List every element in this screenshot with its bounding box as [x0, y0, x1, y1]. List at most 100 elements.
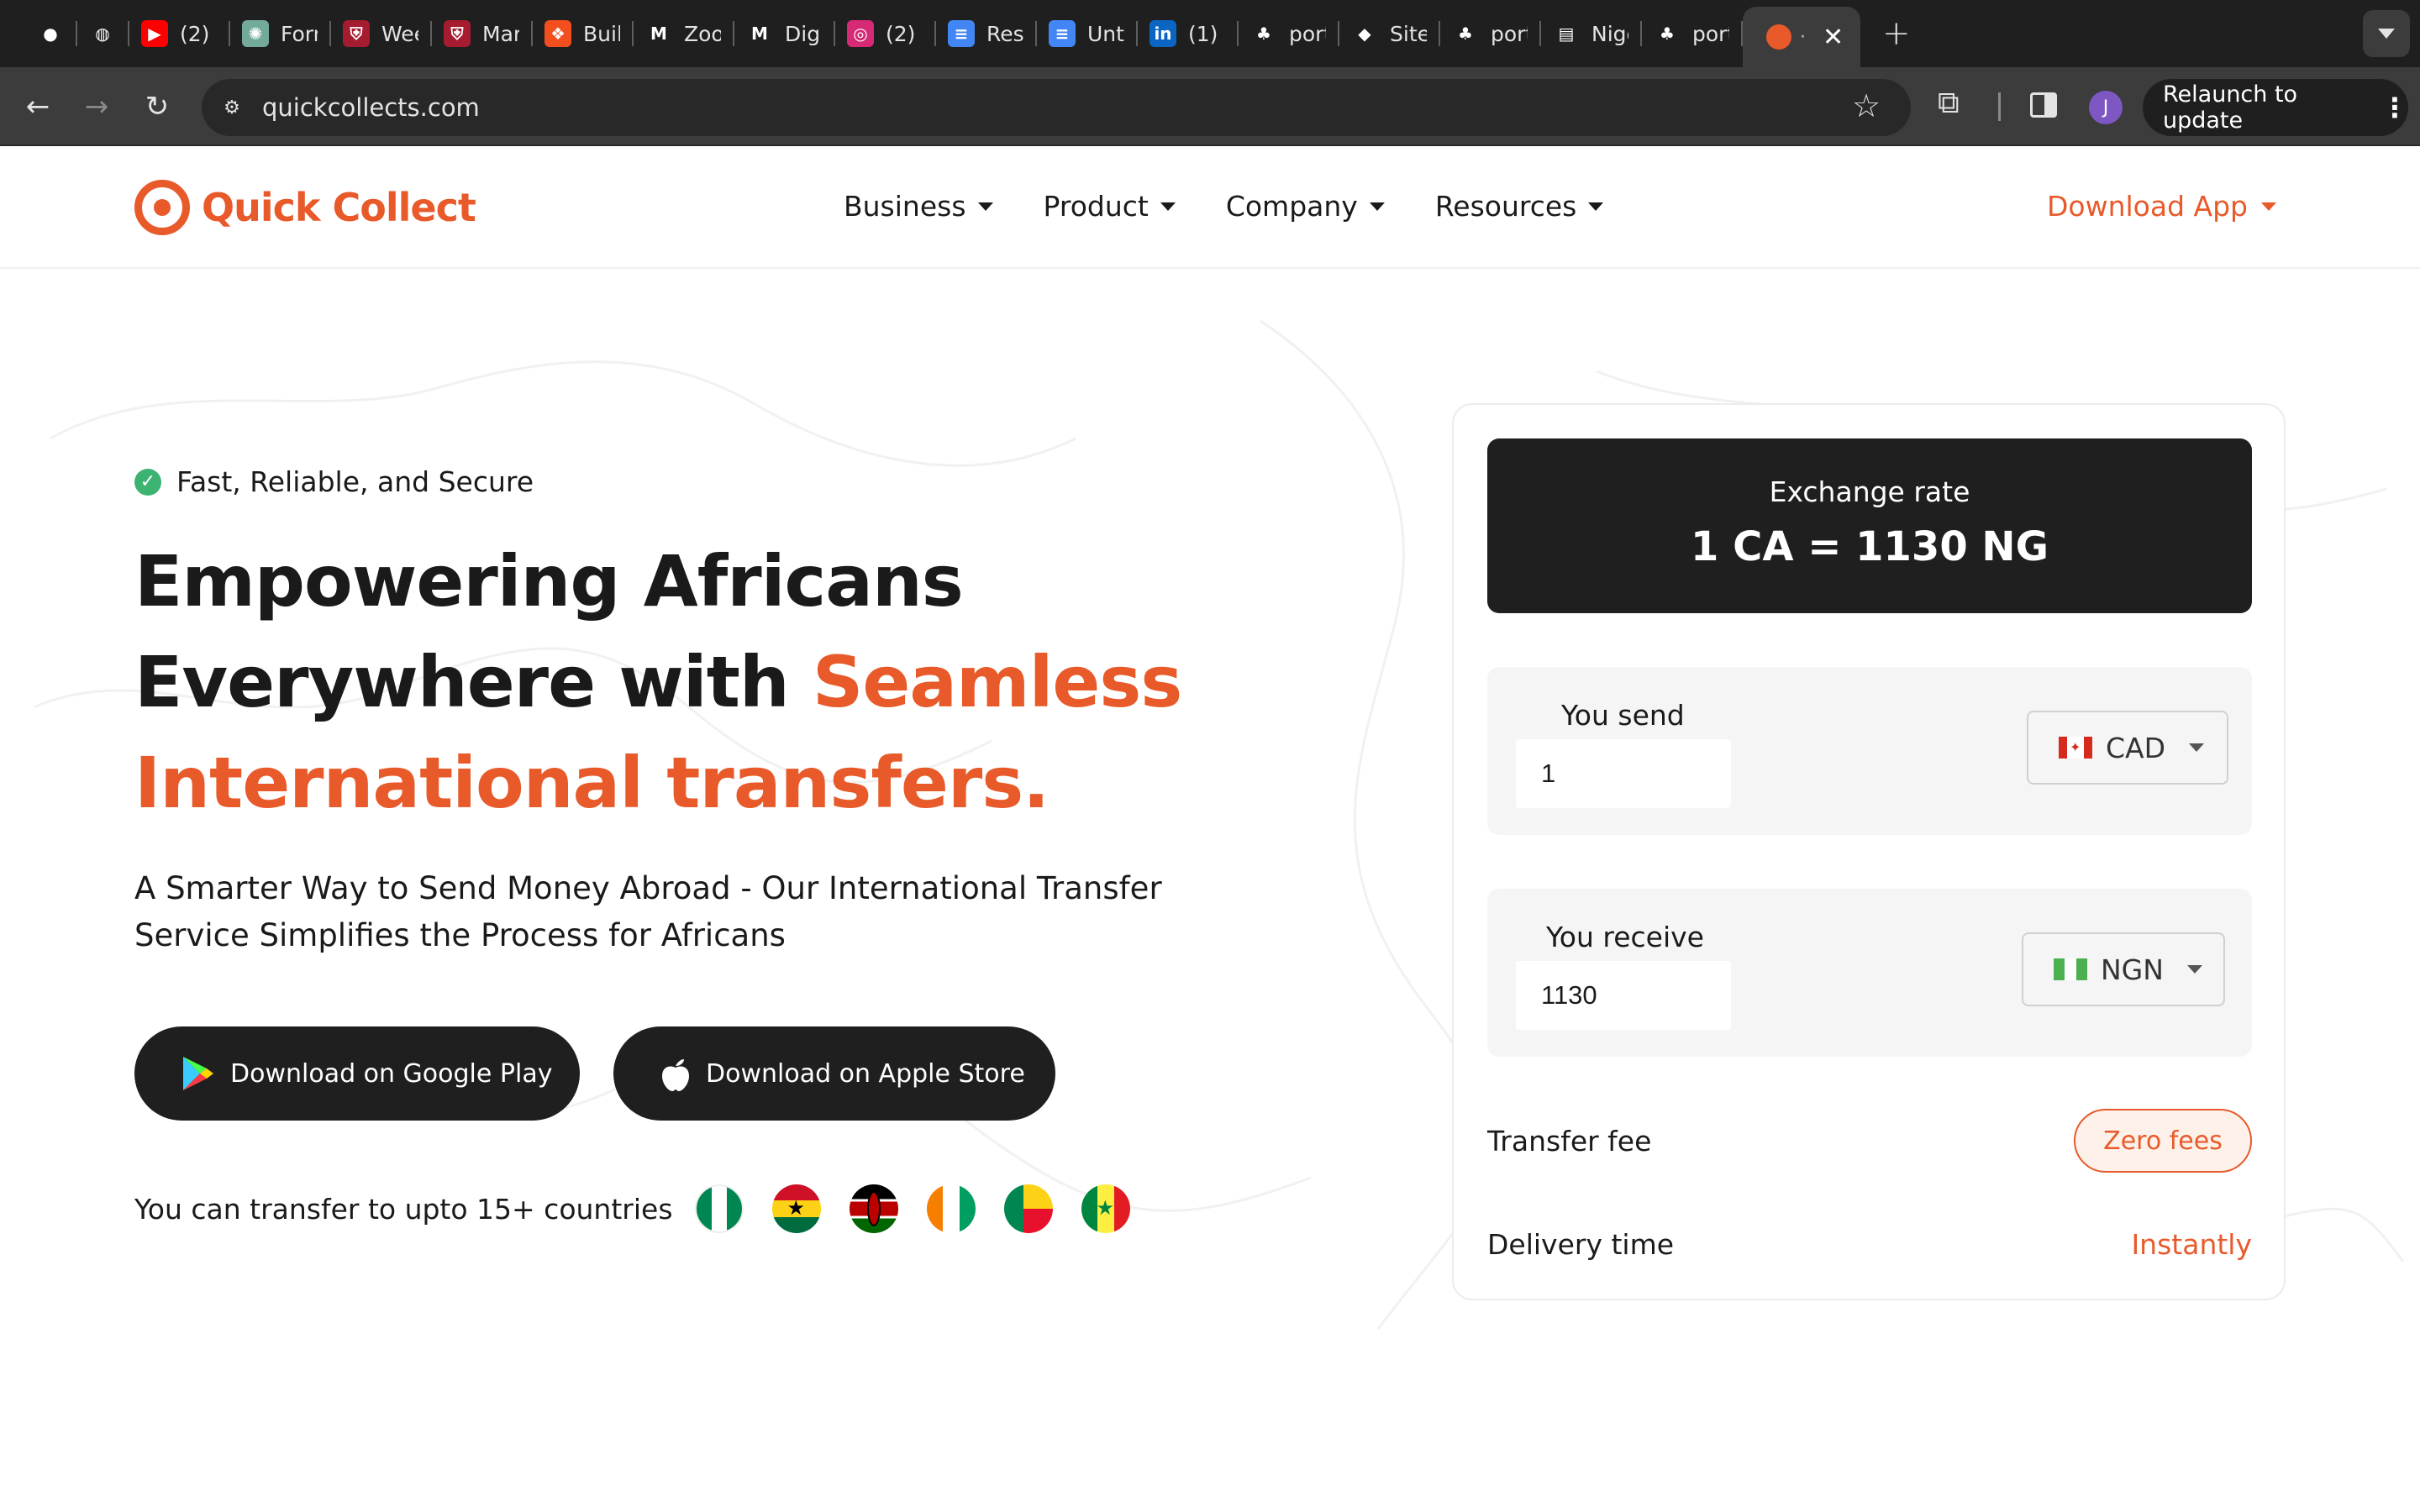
- browser-tab[interactable]: ✺ Form: [230, 7, 329, 60]
- caret-down-icon: [1369, 202, 1385, 211]
- tab-search-button[interactable]: [2363, 10, 2410, 57]
- reload-icon: ↻: [145, 90, 170, 123]
- browser-toolbar: ← → ↻ ⚙ quickcollects.com ☆ ⧉ J Relaunch…: [0, 67, 2420, 146]
- tab-active[interactable]: · ✕: [1743, 7, 1860, 67]
- arrow-left-icon: ←: [25, 90, 50, 123]
- supported-countries: You can transfer to upto 15+ countries ★…: [134, 1184, 1130, 1233]
- docs-icon: ≡: [948, 20, 975, 47]
- profile-avatar[interactable]: J: [2089, 91, 2123, 124]
- github-icon: ●: [37, 20, 64, 47]
- brand-name: Quick Collect: [202, 185, 476, 230]
- browser-tab[interactable]: ▶ (2) I: [129, 7, 229, 60]
- caret-down-icon: [2186, 965, 2202, 974]
- caret-down-icon: [977, 202, 993, 211]
- docs-icon: ≡: [1049, 20, 1076, 47]
- hero-subtext: A Smarter Way to Send Money Abroad - Our…: [134, 870, 1162, 953]
- browser-tab-label: Resu: [986, 21, 1023, 46]
- browser-tab-label: Zoot: [684, 21, 721, 46]
- send-currency-select[interactable]: ✦ CAD: [2027, 711, 2228, 785]
- receive-amount-input[interactable]: [1516, 961, 1731, 1030]
- exchange-rate-panel: Exchange rate 1 CA = 1130 NG: [1487, 438, 2252, 613]
- tab-active-label: ·: [1800, 26, 1806, 48]
- globe-icon: ◍: [89, 20, 116, 47]
- apple-store-button[interactable]: Download on Apple Store: [613, 1026, 1055, 1121]
- address-bar[interactable]: ⚙ quickcollects.com ☆: [202, 79, 1911, 136]
- receive-currency-select[interactable]: NGN: [2022, 932, 2225, 1006]
- caret-down-icon: [2261, 202, 2276, 211]
- transfer-fee-row: Transfer fee Zero fees: [1487, 1109, 2252, 1173]
- canada-flag-icon: ✦: [2059, 737, 2092, 759]
- figma-icon: ❖: [544, 20, 571, 47]
- browser-tab-label: port: [1491, 21, 1528, 46]
- browser-tab[interactable]: ❖ Build: [533, 7, 632, 60]
- back-button[interactable]: ←: [18, 87, 57, 126]
- browser-tab-strip: ● ◍ ▶ (2) I ✺ Form ⛨ Wee ⛨ Mari ❖ Build M Zoot M Digit ◎…: [0, 0, 2420, 67]
- apple-icon: [662, 1059, 689, 1091]
- hero-badge-text: Fast, Reliable, and Secure: [176, 465, 534, 498]
- flag-list: ★ ★: [694, 1184, 1130, 1233]
- browser-tab-label: Site: [1390, 21, 1427, 46]
- quickcollect-logo[interactable]: Quick Collect: [134, 180, 476, 235]
- bookmark-star-icon[interactable]: ☆: [1852, 87, 1881, 124]
- frog-icon: ♣: [1452, 20, 1479, 47]
- forward-button[interactable]: →: [77, 87, 116, 126]
- browser-tab[interactable]: ◍: [77, 7, 128, 60]
- apple-store-label: Download on Apple Store: [706, 1058, 1025, 1089]
- receive-label: You receive: [1546, 921, 1704, 953]
- browser-tab-label: (2) I: [886, 21, 923, 46]
- browser-tab[interactable]: ◆ Site: [1339, 7, 1439, 60]
- main-nav: Business Product Company Resources: [844, 190, 1604, 223]
- kenya-flag-icon: [849, 1184, 898, 1233]
- browser-tab[interactable]: M Digit: [734, 7, 834, 60]
- send-currency-code: CAD: [2106, 731, 2166, 764]
- browser-tab[interactable]: ≡ Unti: [1037, 7, 1136, 60]
- reload-button[interactable]: ↻: [138, 87, 176, 126]
- countries-text: You can transfer to upto 15+ countries: [134, 1192, 673, 1226]
- send-amount-panel: You send ✦ CAD: [1487, 667, 2252, 835]
- nav-company[interactable]: Company: [1226, 190, 1385, 223]
- send-amount-input[interactable]: [1516, 739, 1731, 808]
- send-label: You send: [1561, 699, 1685, 732]
- browser-tab[interactable]: ●: [25, 7, 76, 60]
- close-tab-icon[interactable]: ✕: [1823, 23, 1844, 52]
- benin-flag-icon: [1003, 1184, 1053, 1233]
- delivery-time-label: Delivery time: [1487, 1228, 1675, 1261]
- browser-tab-label: Form: [281, 21, 318, 46]
- browser-tab-label: (2) I: [180, 21, 217, 46]
- nav-product[interactable]: Product: [1044, 190, 1176, 223]
- browser-tab-label: Unti: [1087, 21, 1124, 46]
- diamond-icon: ◆: [1351, 20, 1378, 47]
- nav-resources[interactable]: Resources: [1435, 190, 1604, 223]
- chevron-down-icon: [2378, 29, 2395, 39]
- browser-tab[interactable]: ▤ Nige: [1541, 7, 1640, 60]
- google-play-icon: [183, 1057, 213, 1090]
- browser-tab[interactable]: ♣ port: [1239, 7, 1338, 60]
- browser-tab-label: Digit: [785, 21, 822, 46]
- nav-business[interactable]: Business: [844, 190, 993, 223]
- caret-down-icon: [1588, 202, 1604, 211]
- browser-tab-label: Nige: [1591, 21, 1628, 46]
- browser-tab[interactable]: ◎ (2) I: [835, 7, 934, 60]
- frog-icon: ♣: [1654, 20, 1681, 47]
- relaunch-to-update-button[interactable]: Relaunch to update ⋮: [2143, 79, 2408, 136]
- browser-tab[interactable]: ≡ Resu: [936, 7, 1035, 60]
- new-tab-button[interactable]: +: [1882, 14, 1911, 53]
- quickcollect-favicon-icon: [1766, 24, 1791, 50]
- side-panel-icon[interactable]: [2030, 92, 2057, 118]
- browser-tab[interactable]: ♣ port: [1440, 7, 1539, 60]
- browser-tab[interactable]: in (1) E: [1138, 7, 1237, 60]
- browser-tab[interactable]: ♣ port: [1642, 7, 1741, 60]
- browser-tab-label: Mari: [482, 21, 519, 46]
- google-play-label: Download on Google Play: [230, 1058, 553, 1089]
- browser-tab[interactable]: ⛨ Mari: [432, 7, 531, 60]
- browser-tab-label: port: [1289, 21, 1326, 46]
- extensions-icon[interactable]: ⧉: [1938, 86, 1960, 121]
- chatgpt-icon: ✺: [242, 20, 269, 47]
- browser-tab[interactable]: M Zoot: [634, 7, 733, 60]
- browser-tab[interactable]: ⛨ Wee: [331, 7, 430, 60]
- google-play-button[interactable]: Download on Google Play: [134, 1026, 580, 1121]
- download-app-dropdown[interactable]: Download App: [2047, 190, 2276, 223]
- harvard-shield-icon: ⛨: [444, 20, 471, 47]
- currency-converter-card: Exchange rate 1 CA = 1130 NG You send ✦ …: [1452, 403, 2286, 1300]
- site-settings-icon[interactable]: ⚙: [217, 92, 247, 123]
